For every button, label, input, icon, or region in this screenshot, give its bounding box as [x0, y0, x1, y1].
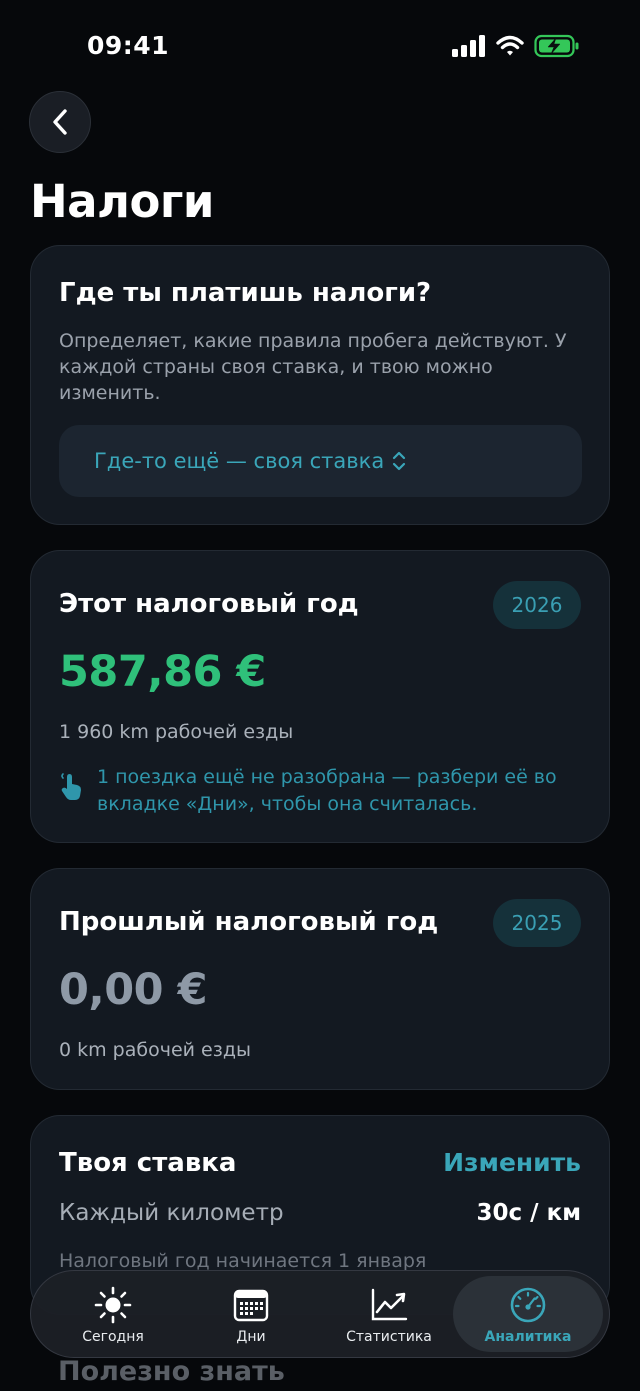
tax-year-start-note: Налоговый год начинается 1 января [59, 1250, 427, 1272]
tab-today[interactable]: Сегодня [43, 1271, 183, 1357]
tab-analytics[interactable]: Аналитика [453, 1276, 603, 1352]
chevron-left-icon [53, 109, 67, 135]
per-km-label: Каждый километр [59, 1200, 284, 1226]
this-year-title: Этот налоговый год [59, 589, 359, 619]
tab-statistics[interactable]: Статистика [319, 1271, 459, 1357]
last-year-distance: 0 km рабочей езды [59, 1039, 251, 1061]
last-tax-year-card: Прошлый налоговый год 2025 0,00 € 0 km р… [30, 868, 610, 1090]
status-icons [452, 34, 580, 58]
chart-line-icon [371, 1288, 408, 1321]
last-year-amount: 0,00 € [59, 965, 207, 1015]
tab-today-label: Сегодня [82, 1329, 144, 1345]
status-bar: 09:41 [0, 0, 640, 95]
tax-country-selected-value: Где-то ещё — своя ставка [94, 449, 385, 473]
tab-days-label: Дни [236, 1329, 266, 1345]
hand-tap-icon [61, 773, 81, 800]
per-km-value: 30c / км [476, 1200, 581, 1226]
tax-country-title: Где ты платишь налоги? [59, 278, 432, 308]
tab-analytics-label: Аналитика [484, 1329, 572, 1345]
back-button[interactable] [29, 91, 91, 153]
chevron-up-down-icon [393, 451, 406, 471]
unsorted-trip-hint[interactable]: 1 поездка ещё не разобрана — разбери её … [59, 764, 579, 818]
last-year-badge: 2025 [493, 899, 581, 947]
tax-country-description: Определяет, какие правила пробега действ… [59, 330, 567, 404]
battery-charging-icon [534, 34, 579, 58]
status-time: 09:41 [87, 31, 170, 60]
wifi-icon [496, 35, 524, 56]
last-year-title: Прошлый налоговый год [59, 907, 439, 937]
tab-statistics-label: Статистика [346, 1329, 432, 1345]
this-year-badge: 2026 [493, 581, 581, 629]
cellular-signal-icon [452, 35, 485, 57]
unsorted-trip-hint-text: 1 поездка ещё не разобрана — разбери её … [97, 766, 557, 815]
change-rate-button[interactable]: Изменить [443, 1148, 581, 1177]
calendar-icon [233, 1289, 269, 1322]
page-title: Налоги [30, 175, 214, 228]
this-tax-year-card: Этот налоговый год 2026 587,86 € 1 960 k… [30, 550, 610, 843]
this-year-amount: 587,86 € [59, 647, 266, 697]
sun-icon [94, 1286, 132, 1324]
tax-country-select[interactable]: Где-то ещё — своя ставка [59, 425, 582, 497]
tab-bar: Сегодня Дни Статистика Аналитика [30, 1270, 610, 1358]
tax-country-card: Где ты платишь налоги? Определяет, какие… [30, 245, 610, 525]
gauge-icon [510, 1287, 546, 1323]
section-title-useful: Полезно знать [58, 1356, 285, 1387]
this-year-distance: 1 960 km рабочей езды [59, 721, 294, 743]
rate-title: Твоя ставка [59, 1148, 237, 1178]
tab-days[interactable]: Дни [181, 1271, 321, 1357]
